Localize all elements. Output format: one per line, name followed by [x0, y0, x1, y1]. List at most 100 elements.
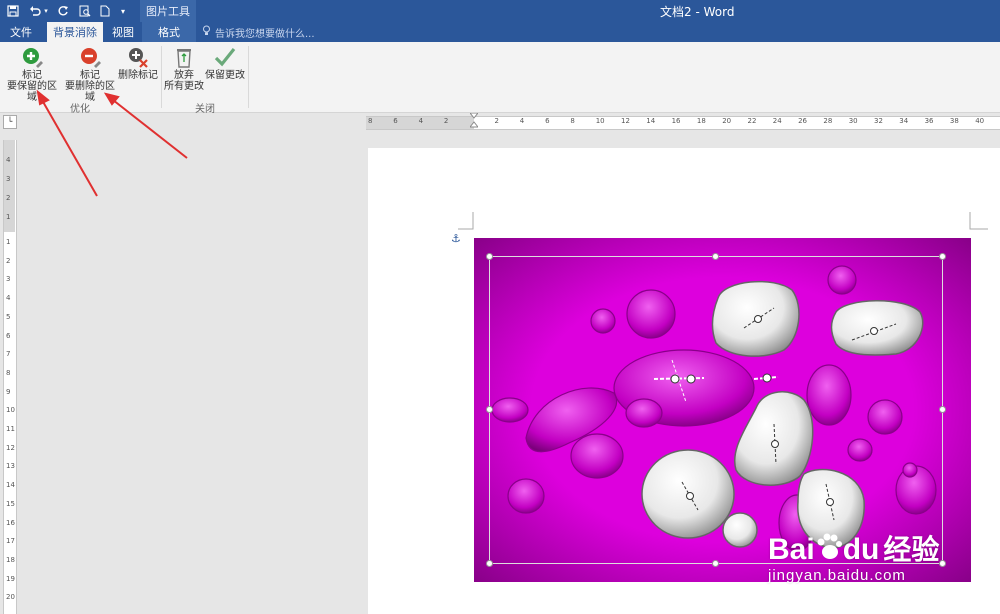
ruler-number: 40	[975, 117, 985, 125]
ruler-number: 26	[798, 117, 808, 125]
ruler-number: 6	[6, 331, 11, 340]
delete-mark-label: 删除标记	[118, 70, 158, 81]
ruler-number: 11	[6, 425, 15, 433]
ruler-number: 4	[519, 117, 525, 125]
ruler-number: 16	[6, 518, 15, 527]
margin-corner-mark	[458, 212, 474, 230]
discard-label-1: 放弃	[174, 70, 194, 81]
anchor-icon[interactable]: ⚓	[451, 232, 461, 245]
ruler-number: 1	[6, 238, 11, 246]
tell-me-box[interactable]: 告诉我您想要做什么...	[202, 22, 315, 42]
keep-changes-label: 保留更改	[205, 70, 245, 81]
watermark-brand-b: du	[842, 533, 880, 566]
tab-stop-selector[interactable]: └	[3, 115, 17, 129]
picture-tools-context-label: 图片工具	[140, 0, 196, 22]
mark-areas-to-keep-button[interactable]: 标记 要保留的区域	[4, 46, 60, 103]
ruler-number: 6	[393, 117, 398, 125]
tab-file[interactable]: 文件	[0, 22, 42, 42]
ruler-number: 6	[545, 117, 550, 125]
ruler-number: 12	[6, 443, 15, 452]
group-divider	[161, 46, 162, 108]
minus-pencil-icon	[81, 48, 101, 68]
customize-qat-icon[interactable]: ▾	[118, 2, 128, 20]
discard-all-changes-button[interactable]: 放弃 所有更改	[164, 46, 204, 92]
resize-handle[interactable]	[939, 253, 946, 260]
ruler-number: 13	[6, 462, 15, 471]
ruler-number: 12	[621, 117, 630, 125]
ruler-number: 14	[6, 481, 15, 490]
ruler-number: 16	[671, 117, 681, 125]
indent-marker-icon[interactable]	[470, 113, 478, 133]
watermark-brand-cn: 经验	[883, 534, 940, 565]
delete-mark-icon	[129, 48, 148, 68]
discard-label-2: 所有更改	[164, 81, 204, 92]
redo-icon[interactable]	[56, 2, 70, 20]
ruler-number: 5	[6, 312, 11, 321]
undo-icon[interactable]	[28, 2, 42, 20]
mark-areas-to-remove-button[interactable]: 标记 要删除的区域	[62, 46, 118, 103]
resize-handle[interactable]	[486, 253, 493, 260]
ruler-number: 2	[443, 117, 449, 125]
watermark-logo: Bai du 经验	[768, 528, 939, 569]
tab-view[interactable]: 视图	[104, 22, 142, 42]
ribbon: 标记 要保留的区域 标记 要删除的区域 删除标记 优化 放弃 所有更改 保留更改…	[0, 42, 1000, 115]
ruler-number: 20	[6, 593, 15, 602]
mark-remove-label-1: 标记	[80, 70, 100, 81]
ruler-number: 7	[6, 350, 11, 359]
lightbulb-icon	[202, 25, 211, 39]
keep-area-marquee[interactable]	[489, 256, 943, 564]
paw-icon	[816, 533, 842, 569]
print-preview-icon[interactable]	[78, 2, 92, 20]
ruler-number: 2	[6, 194, 11, 202]
plus-pencil-icon	[23, 48, 43, 68]
resize-handle[interactable]	[486, 560, 493, 567]
ruler-number: 9	[6, 387, 11, 396]
ruler-number: 4	[418, 117, 424, 125]
ruler-number: 22	[747, 117, 757, 125]
new-document-icon[interactable]	[98, 2, 112, 20]
resize-handle[interactable]	[712, 560, 719, 567]
ruler-number: 3	[6, 275, 11, 284]
document-title: 文档2 - Word	[660, 5, 735, 19]
ruler-number: 8	[570, 117, 575, 125]
watermark-url: jingyan.baidu.com	[768, 567, 906, 585]
delete-mark-button[interactable]: 删除标记	[118, 46, 158, 81]
ruler-number: 4	[6, 294, 11, 303]
baidu-jingyan-watermark: Bai du 经验 jingyan.baidu.com	[768, 528, 939, 584]
ruler-number: 36	[924, 117, 934, 125]
resize-handle[interactable]	[712, 253, 719, 260]
ruler-number: 28	[823, 117, 833, 125]
ruler-number: 4	[6, 156, 11, 164]
ruler-number: 38	[949, 117, 959, 125]
resize-handle[interactable]	[939, 560, 946, 567]
ruler-number: 3	[6, 175, 11, 183]
ruler-number: 34	[899, 117, 909, 125]
ruler-number: 2	[494, 117, 499, 125]
ruler-number: 20	[722, 117, 732, 125]
ruler-number: 19	[6, 574, 15, 583]
ruler-number: 14	[646, 117, 656, 125]
save-icon[interactable]	[6, 2, 20, 20]
group-label-refine: 优化	[70, 104, 90, 115]
ruler-number: 2	[6, 256, 11, 265]
resize-handle[interactable]	[939, 406, 946, 413]
undo-dropdown-icon[interactable]: ▾	[42, 2, 50, 20]
resize-handle[interactable]	[486, 406, 493, 413]
tell-me-placeholder: 告诉我您想要做什么...	[215, 28, 315, 40]
title-bar: ▾ ▾ 图片工具 文档2 - Word	[0, 0, 1000, 22]
ruler-number: 10	[6, 406, 15, 415]
ruler-number: 17	[6, 537, 15, 546]
ruler-number: 32	[874, 117, 883, 125]
ruler-number: 1	[6, 213, 11, 221]
group-label-close: 关闭	[195, 104, 215, 115]
ruler-number: 8	[6, 368, 11, 377]
mark-keep-label-1: 标记	[22, 70, 42, 81]
recycle-bin-icon	[177, 49, 191, 68]
margin-corner-mark	[969, 212, 988, 230]
mark-keep-label-2: 要保留的区域	[7, 81, 57, 103]
ruler-number: 10	[595, 117, 605, 125]
tab-background-removal[interactable]: 背景消除	[47, 22, 103, 42]
ruler-number: 24	[772, 117, 782, 125]
tab-format[interactable]: 格式	[142, 22, 196, 42]
keep-changes-button[interactable]: 保留更改	[204, 46, 246, 81]
